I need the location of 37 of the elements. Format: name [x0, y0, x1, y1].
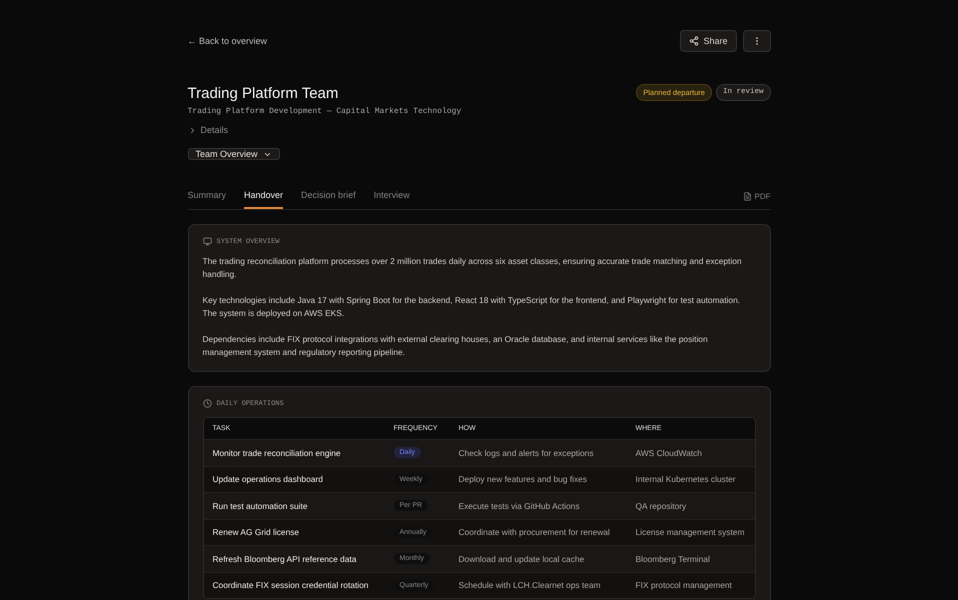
view-dropdown[interactable]: Team Overview	[188, 148, 280, 160]
table-cell-text: Check logs and alerts for exceptions	[458, 448, 595, 458]
document-icon	[742, 192, 752, 201]
table-cell-text: Update operations dashboard	[212, 474, 324, 484]
table-cell-text: Execute tests via GitHub Actions	[458, 500, 581, 511]
table-cell-text: Schedule with LCH.Clearnet ops team	[458, 580, 602, 590]
tab[interactable]: Handover	[244, 190, 284, 209]
table-cell-text: Refresh Bloomberg API reference data	[212, 554, 358, 564]
details-toggle[interactable]: Details	[188, 125, 228, 135]
team-title: Trading Platform Team	[188, 85, 340, 102]
table-cell-text: Bloomberg Terminal	[636, 554, 711, 564]
table-cell-text: AWS CloudWatch	[636, 448, 703, 458]
tab[interactable]: Decision brief	[301, 190, 356, 209]
table-cell-text: Deploy new features and bug fixes	[458, 474, 588, 484]
clock-icon	[202, 399, 212, 408]
share-icon	[689, 36, 700, 46]
table-cell-text: FIX protocol management	[636, 580, 733, 590]
overview-paragraph: Dependencies include FIX protocol integrations with external clearing houses, an Oracle database, and internal services like the position management system and regulatory reporting pipeline.	[202, 333, 709, 359]
tab[interactable]: Summary	[188, 190, 226, 209]
overview-paragraph: Key technologies include Java 17 with Spring Boot for the backend, React 18 with TypeScript for the frontend, and Playwright for test automation. The system is deployed on AWS EKS.	[202, 294, 742, 320]
overview-paragraph: The trading reconciliation platform processes over 2 million trades daily across six asset classes, ensuring accurate trade matching and exception handling.	[202, 255, 743, 281]
more-button[interactable]	[742, 30, 770, 52]
table-cell-text: Download and update local cache	[458, 554, 586, 564]
share-button[interactable]: Share	[680, 30, 736, 52]
pdf-button[interactable]: PDF	[742, 192, 770, 201]
tab[interactable]: Interview	[374, 190, 410, 209]
table-cell: License management system	[636, 527, 746, 538]
table-cell-text: Run test automation suite	[212, 500, 308, 511]
back-link[interactable]: ← Back to overview	[188, 36, 268, 46]
table-cell-text: Internal Kubernetes cluster	[636, 474, 737, 484]
table-cell-text: Monitor trade reconciliation engine	[212, 448, 342, 458]
table-cell-text: QA repository	[636, 500, 688, 511]
table-cell-text: Coordinate FIX session credential rotation	[212, 580, 370, 590]
table-cell-text: Coordinate with procurement for renewal	[458, 527, 611, 538]
team-subtitle: Trading Platform Development — Capital Markets Technology	[188, 107, 462, 116]
table-cell-text: Renew AG Grid license	[212, 527, 300, 538]
monitor-icon	[202, 237, 212, 246]
